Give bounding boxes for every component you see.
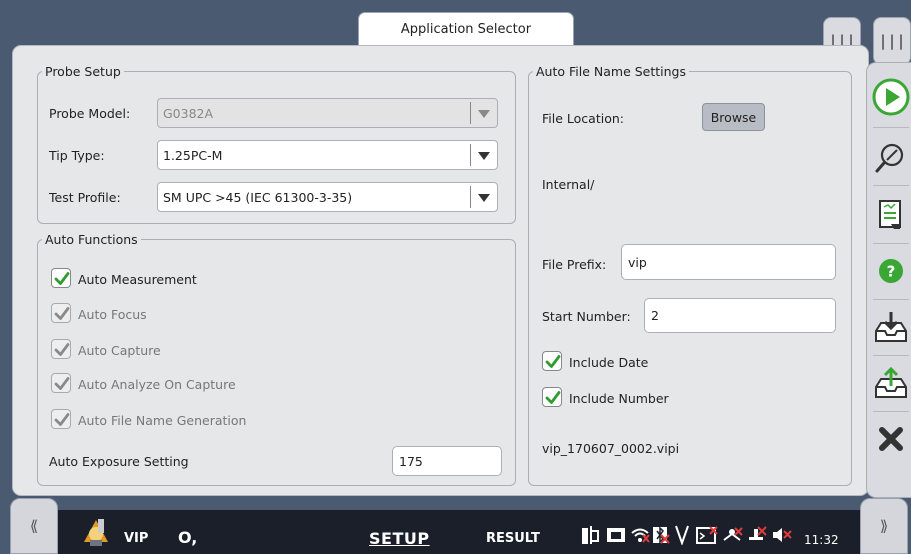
tip-type-label: Tip Type: bbox=[49, 148, 105, 163]
nav-right-button[interactable]: ⟫ bbox=[860, 498, 908, 554]
nav-right-icon: ⟫ bbox=[879, 517, 889, 535]
toolbar-divider bbox=[873, 411, 909, 412]
check-icon bbox=[54, 343, 70, 356]
auto-exposure-value: 175 bbox=[399, 454, 423, 469]
bluetooth-icon bbox=[652, 525, 670, 549]
auto-exposure-label: Auto Exposure Setting bbox=[49, 454, 189, 469]
auto-file-name-legend: Auto File Name Settings bbox=[536, 64, 687, 79]
camera-icon bbox=[606, 526, 626, 548]
search-icon[interactable]: O, bbox=[178, 528, 197, 547]
tip-type-value: 1.25PC-M bbox=[163, 148, 223, 163]
clock-label: 11:32 bbox=[804, 533, 839, 547]
application-selector-label: Application Selector bbox=[400, 21, 532, 37]
file-location-label: File Location: bbox=[542, 111, 624, 126]
toolbar-divider bbox=[873, 299, 909, 300]
toolbar-divider bbox=[873, 355, 909, 356]
file-name-preview: vip_170607_0002.vipi bbox=[542, 441, 680, 456]
auto-file-name-generation-label: Auto File Name Generation bbox=[78, 413, 247, 428]
vip-app-icon[interactable] bbox=[78, 514, 114, 554]
probe-model-value: G0382A bbox=[163, 106, 214, 121]
combo-separator bbox=[470, 102, 471, 124]
start-number-value: 2 bbox=[651, 308, 659, 323]
start-number-input[interactable]: 2 bbox=[644, 298, 836, 333]
file-prefix-label: File Prefix: bbox=[542, 257, 607, 272]
auto-capture-label: Auto Capture bbox=[78, 343, 161, 358]
check-icon bbox=[54, 377, 70, 390]
include-number-label: Include Number bbox=[569, 391, 669, 406]
test-profile-label: Test Profile: bbox=[49, 190, 121, 205]
start-number-label: Start Number: bbox=[542, 309, 631, 324]
auto-measurement-label: Auto Measurement bbox=[78, 272, 197, 287]
test-profile-select[interactable]: SM UPC >45 (IEC 61300-3-35) bbox=[157, 182, 498, 212]
nav-left-icon: ⟪ bbox=[29, 517, 39, 535]
network-icon bbox=[746, 525, 768, 549]
auto-exposure-input[interactable]: 175 bbox=[392, 446, 502, 476]
usb-icon bbox=[722, 526, 744, 548]
right-toolbar: ? bbox=[866, 62, 911, 498]
toolbar-divider bbox=[873, 127, 909, 128]
auto-measurement-checkbox[interactable] bbox=[51, 268, 71, 288]
auto-file-name-generation-checkbox bbox=[51, 409, 71, 429]
auto-analyze-checkbox bbox=[51, 373, 71, 393]
power-icon bbox=[580, 524, 600, 550]
auto-analyze-label: Auto Analyze On Capture bbox=[78, 377, 236, 392]
tab-setup[interactable]: SETUP bbox=[369, 529, 430, 548]
check-icon bbox=[545, 355, 561, 368]
mute-icon bbox=[771, 525, 793, 549]
file-prefix-value: vip bbox=[628, 255, 647, 270]
file-prefix-input[interactable]: vip bbox=[621, 244, 836, 280]
auto-functions-legend: Auto Functions bbox=[45, 232, 138, 247]
load-icon[interactable] bbox=[871, 307, 911, 347]
report-icon[interactable] bbox=[871, 195, 911, 235]
file-location-path: Internal/ bbox=[542, 177, 595, 192]
combo-separator bbox=[470, 144, 471, 166]
include-number-checkbox[interactable] bbox=[542, 387, 562, 407]
probe-setup-legend: Probe Setup bbox=[45, 64, 121, 79]
chevron-down-icon bbox=[478, 110, 490, 118]
terminal-icon bbox=[696, 525, 718, 549]
combo-separator bbox=[470, 186, 471, 208]
browse-button-label: Browse bbox=[710, 109, 757, 125]
v-icon bbox=[674, 523, 690, 550]
app-name-label: VIP bbox=[124, 531, 149, 546]
application-selector-tab[interactable]: Application Selector bbox=[358, 12, 574, 46]
chevron-down-icon bbox=[478, 152, 490, 160]
test-profile-value: SM UPC >45 (IEC 61300-3-35) bbox=[163, 190, 353, 205]
check-icon bbox=[54, 307, 70, 320]
save-icon[interactable] bbox=[871, 363, 911, 403]
probe-icon[interactable] bbox=[871, 137, 911, 177]
tip-type-select[interactable]: 1.25PC-M bbox=[157, 140, 498, 170]
toolbar-divider bbox=[873, 243, 909, 244]
help-icon[interactable]: ? bbox=[871, 251, 911, 291]
auto-focus-label: Auto Focus bbox=[78, 307, 147, 322]
close-icon[interactable] bbox=[871, 419, 911, 459]
tab-result[interactable]: RESULT bbox=[486, 531, 540, 546]
probe-model-select: G0382A bbox=[157, 98, 498, 128]
auto-focus-checkbox bbox=[51, 303, 71, 323]
auto-capture-checkbox bbox=[51, 339, 71, 359]
wifi-icon bbox=[630, 527, 650, 547]
play-icon[interactable] bbox=[871, 77, 911, 117]
check-icon bbox=[54, 413, 70, 426]
nav-left-button[interactable]: ⟪ bbox=[10, 498, 58, 554]
browse-button[interactable]: Browse bbox=[702, 103, 765, 131]
menu-tab-2[interactable]: ||| bbox=[873, 17, 911, 65]
include-date-checkbox[interactable] bbox=[542, 351, 562, 371]
menu-tab-2-glyph: ||| bbox=[878, 32, 906, 50]
probe-model-label: Probe Model: bbox=[49, 106, 131, 121]
check-icon bbox=[545, 391, 561, 404]
include-date-label: Include Date bbox=[569, 355, 649, 370]
check-icon bbox=[54, 272, 70, 285]
chevron-down-icon bbox=[478, 194, 490, 202]
toolbar-divider bbox=[873, 185, 909, 186]
svg-text:?: ? bbox=[887, 263, 896, 281]
